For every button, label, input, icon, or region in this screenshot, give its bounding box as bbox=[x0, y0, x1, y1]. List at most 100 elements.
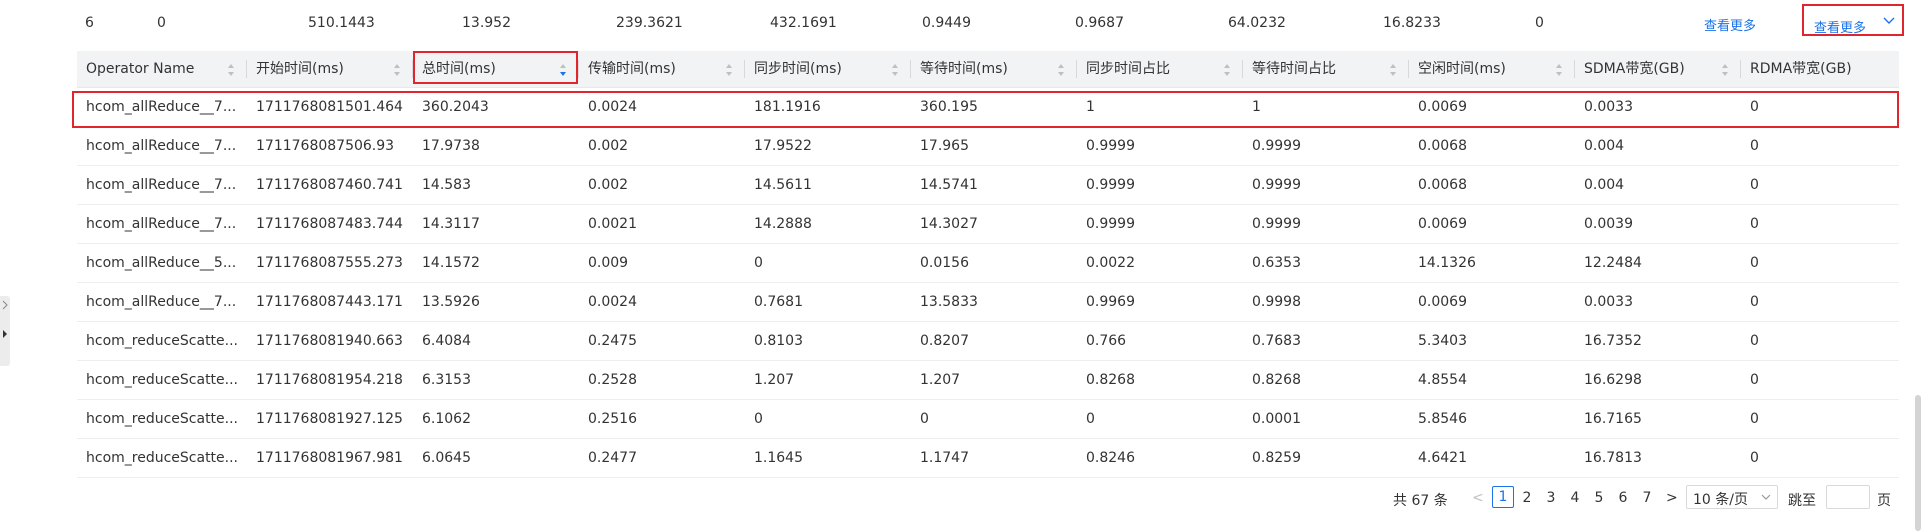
table-cell: 0 bbox=[1750, 372, 1759, 388]
table-cell: 0.2528 bbox=[588, 372, 637, 388]
page-2-button[interactable]: 2 bbox=[1517, 490, 1537, 506]
table-cell: 4.8554 bbox=[1418, 372, 1467, 388]
prev-page-button[interactable]: < bbox=[1472, 490, 1484, 506]
table-row[interactable]: hcom_reduceScatte... 1711768081954.218 6.3… bbox=[77, 361, 1899, 400]
table-cell: 1711768087460.741 bbox=[256, 177, 403, 193]
table-cell: 16.7352 bbox=[1584, 333, 1642, 349]
table-cell: 0.2477 bbox=[588, 450, 637, 466]
table-row[interactable]: hcom_allReduce__7... 1711768087483.744 14.… bbox=[77, 205, 1899, 244]
sort-caret-icon[interactable] bbox=[725, 63, 733, 77]
column-header-transit-time[interactable]: 传输时间(ms) bbox=[579, 51, 745, 87]
table-cell: 0.0068 bbox=[1418, 138, 1467, 154]
table-cell: 0.002 bbox=[588, 138, 629, 154]
column-header-start-time[interactable]: 开始时间(ms) bbox=[247, 51, 413, 87]
table-cell: 0 bbox=[1750, 411, 1759, 427]
page-3-button[interactable]: 3 bbox=[1541, 490, 1561, 506]
table-cell: 0 bbox=[1086, 411, 1095, 427]
table-cell: 0 bbox=[1750, 177, 1759, 193]
table-cell: 0.8246 bbox=[1086, 450, 1135, 466]
jump-label: 跳至 bbox=[1788, 493, 1816, 509]
table-row[interactable]: hcom_allReduce__7... 1711768087443.171 13.… bbox=[77, 283, 1899, 322]
table-cell: 1 bbox=[1252, 99, 1261, 115]
table-cell: 0.9999 bbox=[1252, 138, 1301, 154]
table-cell: 16.7813 bbox=[1584, 450, 1642, 466]
table-cell: 1.1747 bbox=[920, 450, 969, 466]
table-cell: 1.207 bbox=[920, 372, 961, 388]
column-header-wait-ratio[interactable]: 等待时间占比 bbox=[1243, 51, 1409, 87]
table-row[interactable]: hcom_allReduce__7... 1711768087506.93 17.9… bbox=[77, 127, 1899, 166]
table-cell: 14.5611 bbox=[754, 177, 812, 193]
table-cell: hcom_allReduce__7... bbox=[86, 138, 237, 154]
column-header-sync-ratio[interactable]: 同步时间占比 bbox=[1077, 51, 1243, 87]
table-cell: 0.0033 bbox=[1584, 294, 1633, 310]
column-header-rdma-bandwidth[interactable]: RDMA带宽(GB) bbox=[1741, 51, 1899, 87]
next-page-button[interactable]: > bbox=[1666, 490, 1678, 506]
page-size-select[interactable]: 10 条/页 bbox=[1686, 485, 1778, 509]
sort-caret-icon[interactable] bbox=[1389, 63, 1397, 77]
column-header-label: RDMA带宽(GB) bbox=[1750, 61, 1852, 77]
table-cell: 0.0022 bbox=[1086, 255, 1135, 271]
table-cell: 0 bbox=[1750, 138, 1759, 154]
table-cell: hcom_allReduce__7... bbox=[86, 99, 237, 115]
table-cell: 16.7165 bbox=[1584, 411, 1642, 427]
summary-cell: 239.3621 bbox=[616, 15, 683, 31]
table-cell: 1711768081940.663 bbox=[256, 333, 403, 349]
table-cell: hcom_allReduce__5... bbox=[86, 255, 237, 271]
page-6-button[interactable]: 6 bbox=[1613, 490, 1633, 506]
column-header-wait-time[interactable]: 等待时间(ms) bbox=[911, 51, 1077, 87]
sort-caret-icon[interactable] bbox=[1057, 63, 1065, 77]
table-row[interactable]: hcom_reduceScatte... 1711768081940.663 6.4… bbox=[77, 322, 1899, 361]
table-cell: 0.0039 bbox=[1584, 216, 1633, 232]
column-header-label: 总时间(ms) bbox=[422, 61, 496, 77]
sort-caret-icon[interactable] bbox=[1555, 63, 1563, 77]
column-header-synchronization-time[interactable]: 同步时间(ms) bbox=[745, 51, 911, 87]
jump-page-input[interactable] bbox=[1826, 485, 1870, 509]
table-cell: 0 bbox=[1750, 216, 1759, 232]
column-header-total-time[interactable]: 总时间(ms) bbox=[413, 51, 579, 87]
table-cell: 14.2888 bbox=[754, 216, 812, 232]
page-1-button[interactable]: 1 bbox=[1492, 486, 1514, 508]
table-row[interactable]: hcom_reduceScatte... 1711768081967.981 6.0… bbox=[77, 439, 1899, 478]
table-cell: 0 bbox=[1750, 99, 1759, 115]
page-4-button[interactable]: 4 bbox=[1565, 490, 1585, 506]
column-header-idle-time[interactable]: 空闲时间(ms) bbox=[1409, 51, 1575, 87]
table-header: Operator Name 开始时间(ms) 总时间(ms) 传输时间(ms) … bbox=[77, 51, 1899, 88]
table-cell: 0.766 bbox=[1086, 333, 1127, 349]
table-cell: 4.6421 bbox=[1418, 450, 1467, 466]
table-row[interactable]: hcom_reduceScatte... 1711768081927.125 6.1… bbox=[77, 400, 1899, 439]
column-header-label: 同步时间占比 bbox=[1086, 61, 1170, 77]
side-panel-toggle[interactable] bbox=[0, 296, 10, 366]
table-cell: 1711768087506.93 bbox=[256, 138, 395, 154]
table-cell: 6.0645 bbox=[422, 450, 471, 466]
table-cell: 0 bbox=[1750, 450, 1759, 466]
page-5-button[interactable]: 5 bbox=[1589, 490, 1609, 506]
sort-caret-icon[interactable] bbox=[891, 63, 899, 77]
sort-caret-icon[interactable] bbox=[393, 63, 401, 77]
table-cell: 0.2516 bbox=[588, 411, 637, 427]
table-cell: 14.3027 bbox=[920, 216, 978, 232]
sort-caret-icon[interactable] bbox=[1721, 63, 1729, 77]
sort-caret-icon[interactable] bbox=[559, 63, 567, 77]
page-7-button[interactable]: 7 bbox=[1637, 490, 1657, 506]
column-header-operator-name[interactable]: Operator Name bbox=[77, 51, 247, 87]
summary-cell: 0 bbox=[1535, 15, 1544, 31]
table-cell: hcom_reduceScatte... bbox=[86, 411, 239, 427]
table-row[interactable]: hcom_allReduce__7... 1711768081501.464 360… bbox=[77, 88, 1899, 127]
column-header-label: Operator Name bbox=[86, 61, 195, 77]
sort-caret-icon[interactable] bbox=[227, 63, 235, 77]
view-more-expanded-button[interactable]: 查看更多 bbox=[1802, 4, 1904, 36]
column-header-sdma-bandwidth[interactable]: SDMA带宽(GB) bbox=[1575, 51, 1741, 87]
table-row[interactable]: hcom_allReduce__7... 1711768087460.741 14.… bbox=[77, 166, 1899, 205]
view-more-link[interactable]: 查看更多 bbox=[1704, 15, 1756, 34]
table-cell: 0.002 bbox=[588, 177, 629, 193]
table-cell: 5.8546 bbox=[1418, 411, 1467, 427]
table-cell: 0.8103 bbox=[754, 333, 803, 349]
table-cell: 0.8268 bbox=[1252, 372, 1301, 388]
sort-caret-icon[interactable] bbox=[1223, 63, 1231, 77]
table-row[interactable]: hcom_allReduce__5... 1711768087555.273 14.… bbox=[77, 244, 1899, 283]
chevron-down-icon bbox=[1883, 17, 1895, 24]
summary-cell: 510.1443 bbox=[308, 15, 375, 31]
summary-cell: 432.1691 bbox=[770, 15, 837, 31]
table-cell: hcom_allReduce__7... bbox=[86, 294, 237, 310]
table-cell: 0.8207 bbox=[920, 333, 969, 349]
